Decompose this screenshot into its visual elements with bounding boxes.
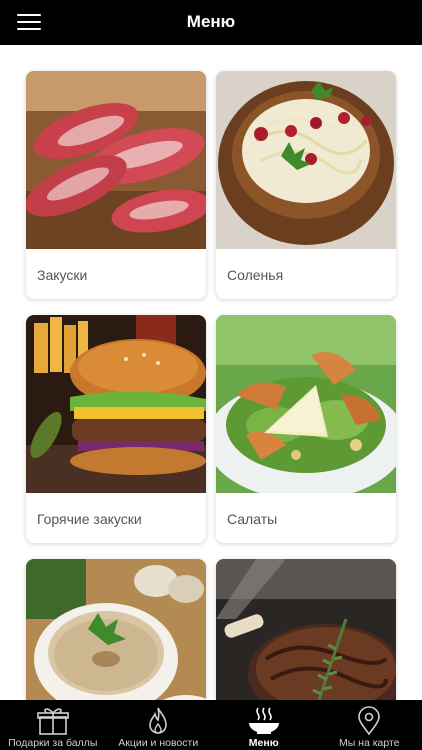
category-card-solenya[interactable]: Соленья: [216, 71, 396, 299]
category-card-salaty[interactable]: Салаты: [216, 315, 396, 543]
category-image: [216, 559, 396, 700]
tab-label: Подарки за баллы: [8, 737, 98, 749]
top-bar: Меню: [0, 0, 422, 45]
tab-gifts[interactable]: Подарки за баллы: [0, 700, 106, 750]
page-title: Меню: [186, 12, 236, 31]
tab-label: Акции и новости: [118, 737, 199, 749]
category-card-steak[interactable]: [216, 559, 396, 700]
tab-menu[interactable]: Меню: [211, 700, 317, 750]
tab-promotions-news[interactable]: Акции и новости: [106, 700, 212, 750]
tab-map[interactable]: Мы на карте: [317, 700, 422, 750]
tab-label: Мы на карте: [338, 737, 400, 749]
flame-icon: [147, 706, 169, 741]
category-label: Салаты: [227, 511, 278, 527]
category-image: [26, 315, 206, 493]
category-image: [216, 315, 396, 493]
category-image: [26, 71, 206, 249]
map-pin-icon: [357, 706, 381, 741]
tab-label: Меню: [248, 737, 279, 749]
bottom-tab-bar: Подарки за баллы Акции и новости Меню Мы…: [0, 700, 422, 750]
gift-icon: [36, 706, 69, 741]
category-image: [216, 71, 396, 249]
category-label: Закуски: [37, 267, 88, 283]
category-card-zakuski[interactable]: Закуски: [26, 71, 206, 299]
category-label: Горячие закуски: [37, 511, 142, 527]
category-image: [26, 559, 206, 700]
category-card-goryachie-zakuski[interactable]: Горячие закуски: [26, 315, 206, 543]
category-label: Соленья: [227, 267, 284, 283]
dish-icon: [247, 706, 281, 741]
category-grid[interactable]: Закуски Соленья Горячие закуски Салаты: [0, 45, 422, 700]
category-card-soup[interactable]: [26, 559, 206, 700]
